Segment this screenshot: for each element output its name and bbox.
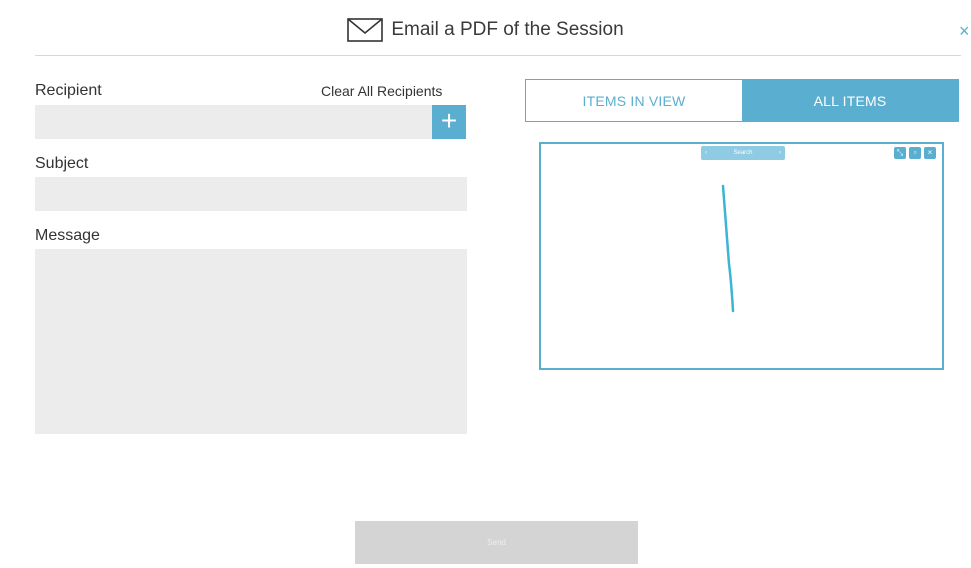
envelope-icon	[347, 18, 384, 42]
session-preview: ‹ Search › ⤡ ▫ ×	[539, 142, 944, 370]
header-title: Email a PDF of the Session	[0, 18, 971, 42]
tab-items-in-view[interactable]: ITEMS IN VIEW	[526, 80, 742, 121]
header-divider	[35, 55, 961, 56]
message-textarea[interactable]	[35, 249, 467, 434]
tab-all-items[interactable]: ALL ITEMS	[742, 80, 958, 121]
dialog-header: Email a PDF of the Session ×	[0, 0, 971, 58]
page-title: Email a PDF of the Session	[391, 19, 624, 40]
close-button[interactable]: ×	[959, 20, 971, 42]
clear-all-recipients-link[interactable]: Clear All Recipients	[321, 83, 442, 99]
send-button[interactable]: Send	[355, 521, 638, 564]
recipient-input[interactable]	[35, 105, 432, 139]
subject-label: Subject	[35, 155, 89, 172]
message-label: Message	[35, 227, 100, 244]
ink-stroke	[721, 184, 735, 313]
recipient-label: Recipient	[35, 82, 102, 99]
subject-input[interactable]	[35, 177, 467, 211]
item-scope-tabs: ITEMS IN VIEW ALL ITEMS	[525, 79, 959, 122]
add-recipient-button[interactable]: +	[432, 105, 466, 139]
